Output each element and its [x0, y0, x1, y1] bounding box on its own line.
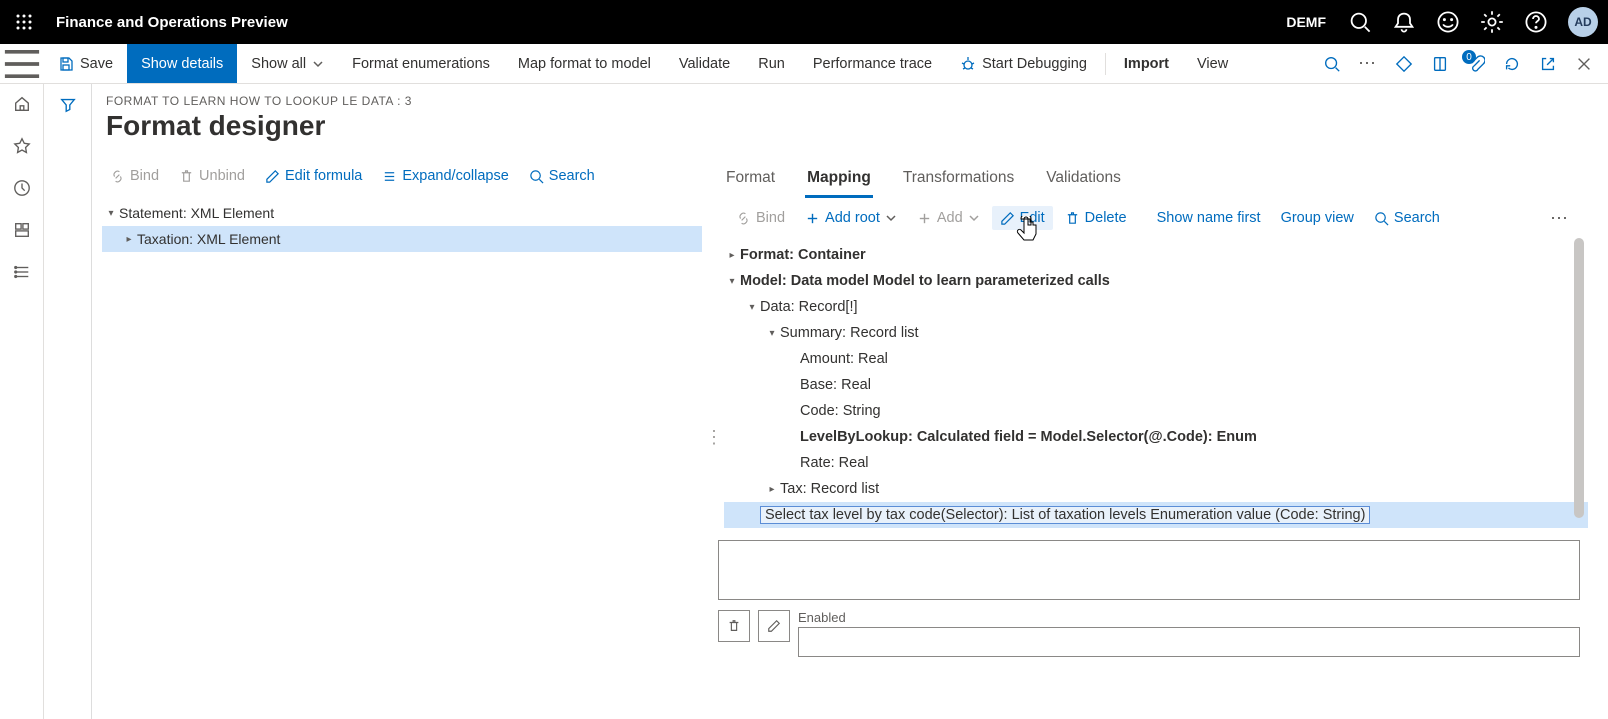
debug-icon: [960, 56, 976, 72]
search-icon: [529, 169, 544, 184]
link-icon: [110, 169, 125, 184]
datasource-tree-node[interactable]: LevelByLookup: Calculated field = Model.…: [724, 424, 1588, 450]
pencil-icon: [1000, 211, 1015, 226]
save-icon: [58, 56, 74, 72]
bind-button[interactable]: Bind: [102, 164, 167, 188]
show-details-button[interactable]: Show details: [127, 44, 237, 83]
datasource-tree-node[interactable]: Rate: Real: [724, 450, 1588, 476]
format-enumerations-button[interactable]: Format enumerations: [338, 44, 504, 83]
datasource-tree-node[interactable]: Base: Real: [724, 372, 1588, 398]
edit-button[interactable]: Edit: [992, 206, 1053, 230]
diamond-icon[interactable]: [1386, 44, 1422, 83]
recent-icon[interactable]: [12, 178, 32, 198]
datasource-tree-node[interactable]: ▸Tax: Record list: [724, 476, 1588, 502]
view-button[interactable]: View: [1183, 44, 1242, 83]
trash-icon: [1065, 211, 1080, 226]
right-more-icon[interactable]: ⋯: [1542, 204, 1578, 233]
enabled-input[interactable]: [798, 627, 1580, 657]
favorites-icon[interactable]: [12, 136, 32, 156]
add-root-button[interactable]: Add root: [797, 206, 905, 230]
app-launcher[interactable]: [0, 0, 48, 44]
scrollbar[interactable]: [1574, 238, 1584, 518]
plus-icon: [805, 211, 820, 226]
show-all-button[interactable]: Show all: [237, 44, 338, 83]
pencil-icon: [265, 169, 280, 184]
commandbar-search-icon[interactable]: [1314, 44, 1350, 83]
format-tree-node[interactable]: ▾Statement: XML Element: [102, 200, 702, 226]
tab-format[interactable]: Format: [724, 161, 777, 198]
show-name-first-button[interactable]: Show name first: [1149, 206, 1269, 230]
more-commands-icon[interactable]: ⋯: [1350, 44, 1386, 83]
attachments-badge: 0: [1462, 50, 1476, 64]
bell-icon[interactable]: [1382, 0, 1426, 44]
datasource-tree-node[interactable]: ▾Summary: Record list: [724, 320, 1588, 346]
plus-icon: [917, 211, 932, 226]
datasource-tree-node[interactable]: ▾Data: Record[!]: [724, 294, 1588, 320]
workspaces-icon[interactable]: [12, 220, 32, 240]
home-icon[interactable]: [12, 94, 32, 114]
hamburger-icon[interactable]: [0, 42, 44, 86]
save-button[interactable]: Save: [44, 44, 127, 83]
expand-collapse-button[interactable]: Expand/collapse: [374, 164, 516, 188]
modules-icon[interactable]: [12, 262, 32, 282]
help-icon[interactable]: [1514, 0, 1558, 44]
app-title: Finance and Operations Preview: [48, 14, 288, 31]
close-icon[interactable]: [1566, 44, 1602, 83]
left-search-button[interactable]: Search: [521, 164, 603, 188]
gear-icon[interactable]: [1470, 0, 1514, 44]
delete-enabled-button[interactable]: [718, 610, 750, 642]
breadcrumb: FORMAT TO LEARN HOW TO LOOKUP LE DATA : …: [92, 94, 1608, 110]
run-button[interactable]: Run: [744, 44, 799, 83]
page-title: Format designer: [92, 110, 1608, 156]
group-view-button[interactable]: Group view: [1273, 206, 1362, 230]
add-button[interactable]: Add: [909, 206, 988, 230]
tab-mapping[interactable]: Mapping: [805, 161, 873, 198]
search-icon: [1374, 211, 1389, 226]
datasource-tree-node[interactable]: ▸Format: Container: [724, 242, 1588, 268]
search-icon[interactable]: [1338, 0, 1382, 44]
unbind-button[interactable]: Unbind: [171, 164, 253, 188]
datasource-tree-node[interactable]: Amount: Real: [724, 346, 1588, 372]
popout-icon[interactable]: [1530, 44, 1566, 83]
user-avatar[interactable]: AD: [1558, 0, 1608, 44]
datasource-tree-node[interactable]: Select tax level by tax code(Selector): …: [724, 502, 1588, 528]
formula-textarea[interactable]: [718, 540, 1580, 600]
datasource-tree-node[interactable]: ▾Model: Data model Model to learn parame…: [724, 268, 1588, 294]
company-picker[interactable]: DEMF: [1274, 0, 1338, 44]
performance-trace-button[interactable]: Performance trace: [799, 44, 946, 83]
link-icon: [736, 211, 751, 226]
right-search-button[interactable]: Search: [1366, 206, 1448, 230]
tab-validations[interactable]: Validations: [1044, 161, 1123, 198]
tab-transformations[interactable]: Transformations: [901, 161, 1016, 198]
attachments-icon[interactable]: 0: [1458, 44, 1494, 83]
right-bind-button[interactable]: Bind: [728, 206, 793, 230]
validate-button[interactable]: Validate: [665, 44, 744, 83]
filter-icon[interactable]: [59, 96, 77, 719]
map-format-to-model-button[interactable]: Map format to model: [504, 44, 665, 83]
trash-icon: [179, 169, 194, 184]
refresh-icon[interactable]: [1494, 44, 1530, 83]
start-debugging-button[interactable]: Start Debugging: [946, 44, 1101, 83]
page-icon[interactable]: [1422, 44, 1458, 83]
list-icon: [382, 169, 397, 184]
delete-button[interactable]: Delete: [1057, 206, 1135, 230]
import-button[interactable]: Import: [1110, 44, 1183, 83]
splitter-handle[interactable]: [710, 156, 718, 719]
smile-icon[interactable]: [1426, 0, 1470, 44]
edit-formula-button[interactable]: Edit formula: [257, 164, 370, 188]
datasource-tree-node[interactable]: Code: String: [724, 398, 1588, 424]
edit-enabled-button[interactable]: [758, 610, 790, 642]
format-tree-node[interactable]: ▸Taxation: XML Element: [102, 226, 702, 252]
enabled-label: Enabled: [798, 610, 1580, 625]
